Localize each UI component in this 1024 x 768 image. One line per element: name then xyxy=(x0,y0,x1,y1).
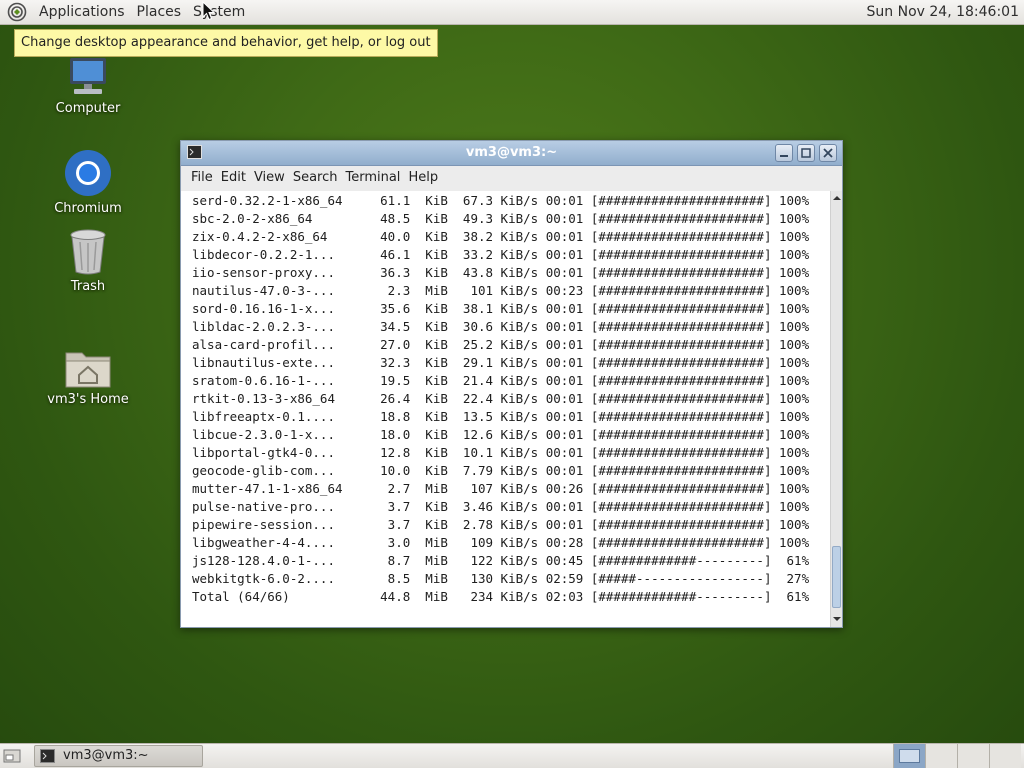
terminal-titlebar[interactable]: vm3@vm3:~ xyxy=(181,141,842,166)
terminal-line: geocode-glib-com... 10.0 KiB 7.79 KiB/s … xyxy=(192,463,810,478)
minimize-button[interactable] xyxy=(775,144,793,162)
desktop-icon-label: Computer xyxy=(55,101,121,116)
maximize-button[interactable] xyxy=(797,144,815,162)
terminal-menubar: File Edit View Search Terminal Help xyxy=(181,166,842,190)
show-desktop-icon[interactable] xyxy=(3,747,21,765)
desktop-icon-computer[interactable]: Computer xyxy=(28,58,148,116)
workspace-window-thumbnail xyxy=(899,749,920,763)
terminal-output[interactable]: serd-0.32.2-1-x86_64 61.1 KiB 67.3 KiB/s… xyxy=(181,191,830,627)
computer-icon xyxy=(70,58,106,94)
terminal-line: mutter-47.1-1-x86_64 2.7 MiB 107 KiB/s 0… xyxy=(192,481,810,496)
terminal-line: alsa-card-profil... 27.0 KiB 25.2 KiB/s … xyxy=(192,337,810,352)
terminal-line: libcue-2.3.0-1-x... 18.0 KiB 12.6 KiB/s … xyxy=(192,427,810,442)
trash-icon xyxy=(70,229,106,275)
terminal-line: nautilus-47.0-3-... 2.3 MiB 101 KiB/s 00… xyxy=(192,283,810,298)
workspace-4[interactable] xyxy=(989,744,1021,768)
window-title: vm3@vm3:~ xyxy=(465,145,558,160)
distro-logo-icon[interactable] xyxy=(7,2,27,22)
desktop-icon-label: vm3's Home xyxy=(47,392,129,407)
terminal-line: serd-0.32.2-1-x86_64 61.1 KiB 67.3 KiB/s… xyxy=(192,193,810,208)
terminal-line: rtkit-0.13-3-x86_64 26.4 KiB 22.4 KiB/s … xyxy=(192,391,810,406)
desktop-icon-home[interactable]: vm3's Home xyxy=(28,347,148,407)
terminal-line: sord-0.16.16-1-x... 35.6 KiB 38.1 KiB/s … xyxy=(192,301,810,316)
terminal-line: zix-0.4.2-2-x86_64 40.0 KiB 38.2 KiB/s 0… xyxy=(192,229,810,244)
panel-clock[interactable]: Sun Nov 24, 18:46:01 xyxy=(867,0,1019,25)
workspace-1[interactable] xyxy=(893,744,925,768)
menu-search[interactable]: Search xyxy=(292,166,345,190)
system-menu[interactable]: System xyxy=(187,0,251,25)
menu-view[interactable]: View xyxy=(253,166,292,190)
menu-edit[interactable]: Edit xyxy=(220,166,253,190)
desktop-icon-label: Chromium xyxy=(54,201,122,216)
minimize-icon xyxy=(780,155,788,157)
terminal-line: libfreeaptx-0.1.... 18.8 KiB 13.5 KiB/s … xyxy=(192,409,810,424)
places-menu[interactable]: Places xyxy=(131,0,188,25)
close-button[interactable] xyxy=(819,144,837,162)
taskbar-window-label: vm3@vm3:~ xyxy=(63,748,149,763)
terminal-line: libgweather-4-4.... 3.0 MiB 109 KiB/s 00… xyxy=(192,535,810,550)
terminal-line: webkitgtk-6.0-2.... 8.5 MiB 130 KiB/s 02… xyxy=(192,571,810,586)
scroll-down-arrow-icon[interactable] xyxy=(832,615,842,623)
menu-file[interactable]: File xyxy=(181,166,220,190)
bottom-panel: vm3@vm3:~ xyxy=(0,743,1024,768)
terminal-line: pulse-native-pro... 3.7 KiB 3.46 KiB/s 0… xyxy=(192,499,810,514)
close-icon xyxy=(823,148,833,158)
terminal-line: libnautilus-exte... 32.3 KiB 29.1 KiB/s … xyxy=(192,355,810,370)
terminal-line: libdecor-0.2.2-1... 46.1 KiB 33.2 KiB/s … xyxy=(192,247,810,262)
chromium-icon xyxy=(65,150,111,196)
workspace-3[interactable] xyxy=(957,744,989,768)
applications-menu[interactable]: Applications xyxy=(33,0,131,25)
workspace-switcher xyxy=(893,744,1024,768)
scroll-up-arrow-icon[interactable] xyxy=(832,194,842,202)
system-menu-tooltip: Change desktop appearance and behavior, … xyxy=(14,29,438,57)
terminal-line: Total (64/66) 44.8 MiB 234 KiB/s 02:03 [… xyxy=(192,589,810,604)
taskbar-window-button[interactable]: vm3@vm3:~ xyxy=(34,745,203,767)
terminal-line: iio-sensor-proxy... 36.3 KiB 43.8 KiB/s … xyxy=(192,265,810,280)
mouse-pointer-icon xyxy=(202,1,216,21)
scrollbar-thumb[interactable] xyxy=(832,546,841,608)
home-folder-icon xyxy=(65,352,111,388)
terminal-scrollbar[interactable] xyxy=(830,191,842,627)
terminal-line: sratom-0.6.16-1-... 19.5 KiB 21.4 KiB/s … xyxy=(192,373,810,388)
terminal-line: sbc-2.0-2-x86_64 48.5 KiB 49.3 KiB/s 00:… xyxy=(192,211,810,226)
terminal-line: libportal-gtk4-0... 12.8 KiB 10.1 KiB/s … xyxy=(192,445,810,460)
terminal-window[interactable]: vm3@vm3:~ File Edit View Search Terminal… xyxy=(180,140,843,628)
terminal-icon xyxy=(40,749,55,763)
menu-help[interactable]: Help xyxy=(407,166,445,190)
menu-terminal[interactable]: Terminal xyxy=(344,166,407,190)
top-panel: Applications Places System Sun Nov 24, 1… xyxy=(0,0,1024,25)
desktop-icon-trash[interactable]: Trash xyxy=(28,228,148,294)
desktop-icon-chromium[interactable]: Chromium xyxy=(28,148,148,216)
terminal-line: libldac-2.0.2.3-... 34.5 KiB 30.6 KiB/s … xyxy=(192,319,810,334)
terminal-line: js128-128.4.0-1-... 8.7 MiB 122 KiB/s 00… xyxy=(192,553,810,568)
desktop-icon-label: Trash xyxy=(70,279,106,294)
maximize-icon xyxy=(801,148,811,158)
terminal-line: pipewire-session... 3.7 KiB 2.78 KiB/s 0… xyxy=(192,517,810,532)
workspace-2[interactable] xyxy=(925,744,957,768)
